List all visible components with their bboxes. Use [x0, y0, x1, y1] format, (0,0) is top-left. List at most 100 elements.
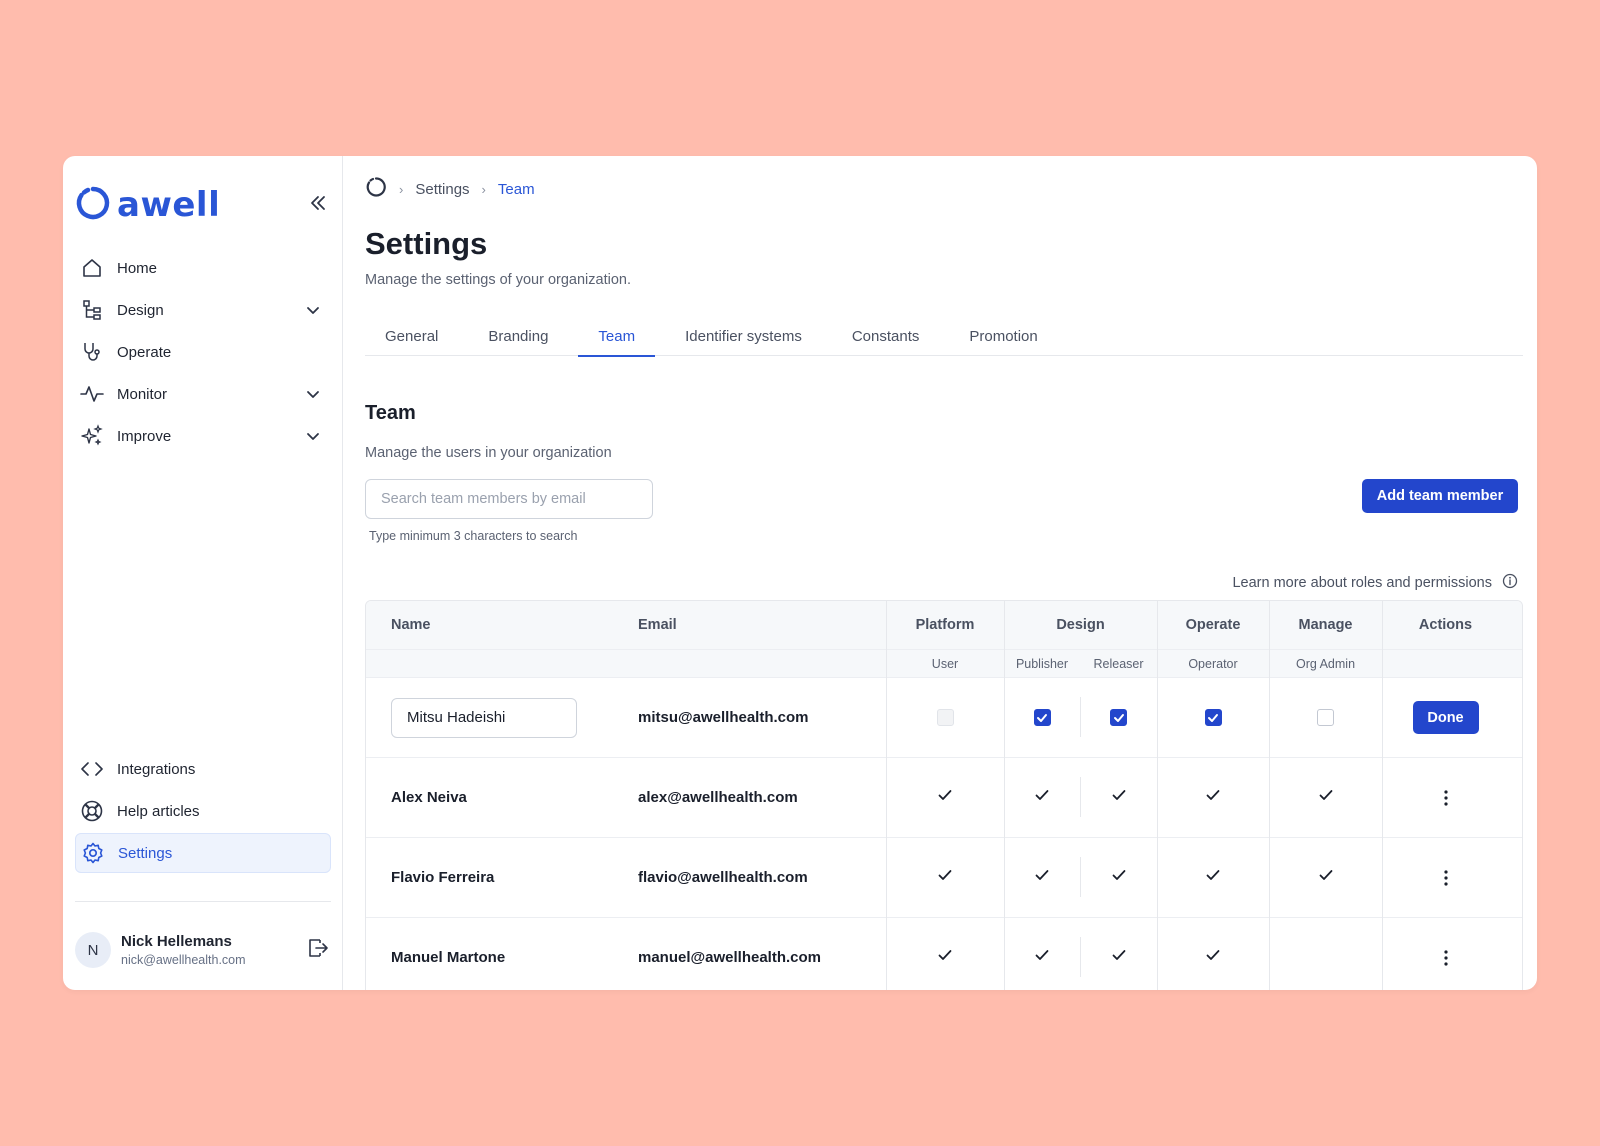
logo[interactable]: awell [75, 185, 220, 226]
chevron-down-icon[interactable] [303, 384, 323, 404]
releaser-role-cell [1080, 838, 1157, 917]
user-info: Nick Hellemans nick@awellhealth.com [121, 933, 305, 967]
column-divider [1004, 601, 1005, 990]
releaser-role-checkbox[interactable] [1110, 709, 1127, 726]
column-header-name: Name [391, 601, 431, 649]
checkmark-icon [1111, 867, 1127, 888]
name-cell [391, 678, 577, 757]
column-header-design: Design [1004, 601, 1157, 649]
more-vertical-icon[interactable] [1434, 866, 1458, 890]
subheader-org-admin: Org Admin [1269, 650, 1382, 677]
header-label: Operate [1185, 617, 1241, 633]
logo-text: awell [117, 185, 221, 225]
publisher-role-checkbox[interactable] [1033, 709, 1051, 726]
logout-button[interactable] [305, 937, 331, 963]
email-cell: manuel@awellhealth.com [638, 918, 821, 990]
chevron-right-icon: › [399, 181, 404, 197]
operator-role-cell [1157, 918, 1269, 990]
team-table: Name Email Platform Design Operate Manag… [365, 600, 1523, 990]
org-admin-role-checkbox[interactable] [1317, 709, 1334, 726]
app-window: awell Home Design Operate Monitor Improv… [63, 156, 1537, 990]
header-label: Design [1056, 617, 1105, 633]
actions-cell: Done [1382, 678, 1509, 757]
member-name: Manuel Martone [391, 949, 506, 966]
search-input[interactable] [365, 479, 653, 519]
logout-icon [307, 937, 329, 964]
sidebar-item-monitor[interactable]: Monitor [75, 374, 331, 414]
tab-identifier-systems[interactable]: Identifier systems [665, 316, 822, 356]
name-cell: Alex Neiva [391, 758, 467, 837]
more-vertical-icon[interactable] [1434, 786, 1458, 810]
sparkles-icon [79, 423, 105, 449]
home-logo-icon[interactable] [365, 176, 387, 202]
subcolumn-divider [1080, 697, 1081, 737]
info-icon[interactable] [1502, 573, 1518, 593]
operator-role-checkbox[interactable] [1204, 709, 1222, 726]
table-row: Alex Neiva alex@awellhealth.com [366, 757, 1522, 837]
member-name: Flavio Ferreira [391, 869, 495, 886]
checkmark-icon [1205, 787, 1221, 808]
column-header-operate: Operate [1157, 601, 1269, 649]
header-label: Platform [915, 617, 975, 633]
table-subheader: User Publisher Releaser Operator Org Adm… [366, 649, 1522, 677]
avatar[interactable]: N [75, 932, 111, 968]
checkmark-icon [1318, 867, 1334, 888]
header-label: Actions [1418, 617, 1473, 633]
sidebar-divider [75, 901, 331, 902]
sidebar-item-design[interactable]: Design [75, 290, 331, 330]
checkmark-icon [1034, 787, 1050, 808]
more-vertical-icon[interactable] [1434, 946, 1458, 970]
sidebar-item-label: Settings [118, 844, 173, 862]
org-admin-role-cell [1269, 918, 1382, 990]
sidebar-item-operate[interactable]: Operate [75, 332, 331, 372]
sidebar-item-help-articles[interactable]: Help articles [75, 791, 331, 831]
checkmark-icon [1034, 867, 1050, 888]
org-admin-role-cell [1269, 678, 1382, 757]
breadcrumb-team[interactable]: Team [498, 181, 535, 198]
actions-cell [1382, 918, 1509, 990]
sidebar-bottom-nav: Integrations Help articles Settings [75, 749, 331, 875]
publisher-role-cell [1004, 838, 1080, 917]
collapse-sidebar-button[interactable] [305, 192, 331, 218]
sidebar-item-improve[interactable]: Improve [75, 416, 331, 456]
tab-team[interactable]: Team [578, 316, 655, 357]
publisher-role-cell [1004, 918, 1080, 990]
subheader-label: User [931, 656, 959, 671]
sidebar-header: awell [75, 184, 331, 226]
actions-cell [1382, 838, 1509, 917]
org-admin-role-cell [1269, 838, 1382, 917]
sidebar-item-home[interactable]: Home [75, 248, 331, 288]
awell-logo-icon [75, 185, 111, 226]
tab-branding[interactable]: Branding [468, 316, 568, 356]
add-team-member-button[interactable]: Add team member [1362, 479, 1518, 513]
sidebar-item-label: Design [117, 301, 164, 319]
sidebar-item-label: Improve [117, 427, 172, 445]
subcolumn-divider [1080, 777, 1081, 817]
sidebar-item-label: Monitor [117, 385, 168, 403]
breadcrumb-settings[interactable]: Settings [415, 181, 469, 198]
sidebar-item-integrations[interactable]: Integrations [75, 749, 331, 789]
done-button[interactable]: Done [1412, 701, 1479, 734]
checkmark-icon [1111, 787, 1127, 808]
sidebar-item-label: Integrations [117, 760, 196, 778]
sidebar-item-settings[interactable]: Settings [75, 833, 331, 873]
column-header-actions: Actions [1382, 601, 1509, 649]
tab-constants[interactable]: Constants [832, 316, 940, 356]
column-divider [1157, 601, 1158, 990]
chevron-down-icon[interactable] [303, 300, 323, 320]
subheader-label: Operator [1188, 656, 1238, 671]
member-email: alex@awellhealth.com [638, 789, 798, 806]
learn-more-link[interactable]: Learn more about roles and permissions [1232, 573, 1518, 593]
checkmark-icon [1205, 867, 1221, 888]
name-edit-input[interactable] [391, 697, 577, 738]
org-admin-role-cell [1269, 758, 1382, 837]
tab-general[interactable]: General [365, 316, 458, 356]
tab-promotion[interactable]: Promotion [949, 316, 1057, 356]
subheader-label: Publisher [1015, 656, 1069, 671]
code-icon [79, 756, 105, 782]
email-cell: alex@awellhealth.com [638, 758, 798, 837]
chevron-down-icon[interactable] [303, 426, 323, 446]
member-email: flavio@awellhealth.com [638, 869, 808, 886]
checkmark-icon [1208, 713, 1218, 722]
subheader-user: User [886, 650, 1004, 677]
